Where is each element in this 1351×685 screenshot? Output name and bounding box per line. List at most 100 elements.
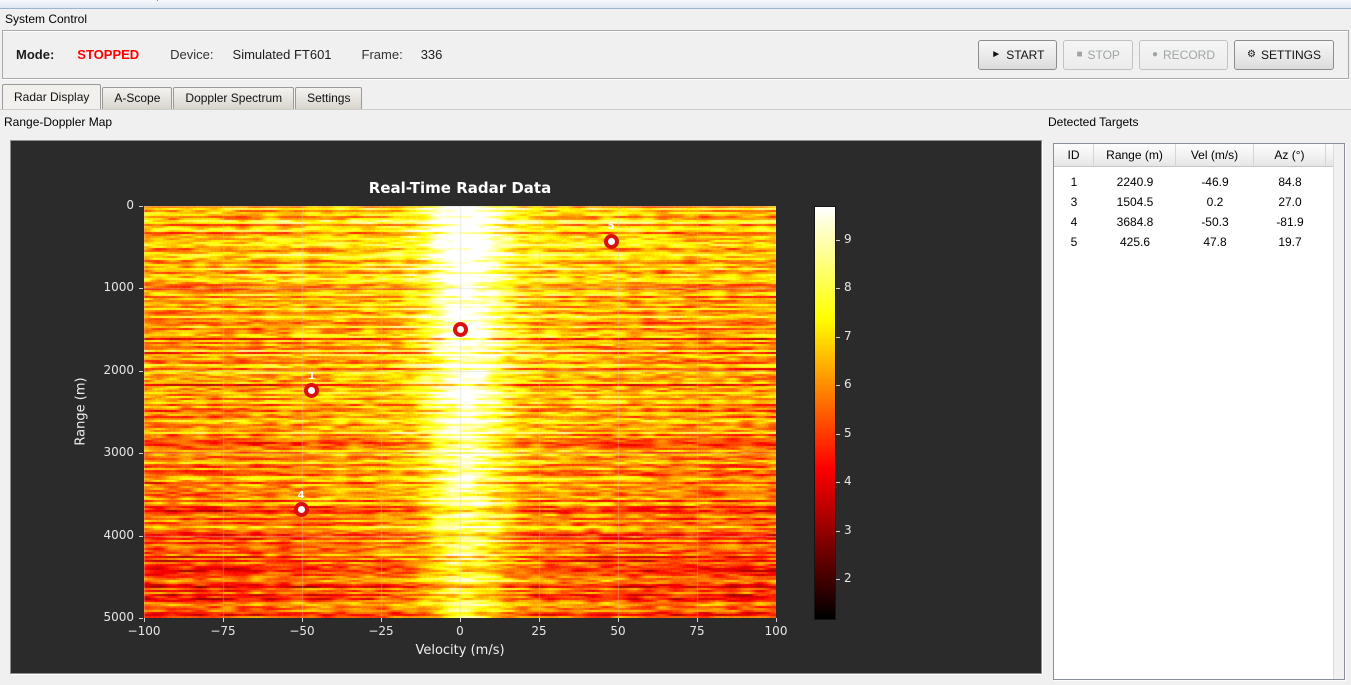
table-row[interactable]: 4 3684.8 -50.3 -81.9	[1054, 212, 1334, 232]
y-axis-label: Range (m)	[73, 377, 89, 446]
x-tick-mark	[223, 618, 224, 622]
menu-item-file[interactable]: File	[2, 0, 39, 1]
colorbar-tick-mark	[836, 288, 840, 290]
x-tick-label: 0	[456, 624, 464, 638]
table-row[interactable]: 1 2240.9 -46.9 84.8	[1054, 172, 1334, 192]
y-tick-label: 5000	[103, 610, 134, 624]
cell-range: 2240.9	[1116, 175, 1154, 189]
detected-targets-label: Detected Targets	[1048, 115, 1139, 129]
colorbar-tick-label: 6	[844, 377, 852, 392]
target-marker-label: 5	[607, 221, 615, 233]
colorbar	[814, 206, 836, 620]
start-button[interactable]: ► START	[978, 39, 1058, 70]
x-tick-label: −100	[127, 624, 161, 638]
target-marker-label: 1	[308, 370, 316, 382]
record-icon: ●	[1151, 49, 1158, 60]
y-tick-mark	[139, 618, 143, 619]
tab-radar-display[interactable]: Radar Display	[2, 84, 102, 109]
system-control-panel: Mode: STOPPED Device: Simulated FT601 Fr…	[2, 30, 1349, 79]
tab-settings[interactable]: Settings	[295, 87, 363, 109]
cell-vel: 47.8	[1203, 235, 1227, 249]
colorbar-tick-label: 8	[844, 280, 852, 295]
stop-button: ■ STOP	[1063, 39, 1133, 70]
colorbar-tick-label: 7	[844, 328, 852, 343]
tabbar-underline	[0, 109, 1351, 110]
menu-item-tools[interactable]: Tools	[83, 0, 129, 1]
cell-id: 5	[1070, 235, 1078, 249]
target-marker-4	[293, 502, 309, 518]
x-tick-label: 100	[764, 624, 788, 638]
colorbar-tick-label: 3	[844, 522, 852, 537]
y-tick-label: 0	[126, 198, 134, 212]
column-header-vel[interactable]: Vel (m/s)	[1176, 144, 1254, 167]
table-scrollbar[interactable]	[1333, 144, 1344, 679]
target-marker-label: 4	[297, 489, 305, 501]
system-control-title: System Control	[5, 12, 88, 26]
menu-item-view[interactable]: View	[39, 0, 83, 1]
colorbar-tick-mark	[836, 579, 840, 581]
cell-id: 4	[1070, 215, 1078, 229]
y-tick-mark	[139, 288, 143, 290]
cell-vel: -46.9	[1201, 175, 1229, 189]
x-tick-mark	[618, 618, 619, 622]
cell-az: 84.8	[1278, 175, 1302, 189]
y-tick-mark	[139, 453, 143, 455]
cell-range: 1504.5	[1116, 195, 1154, 209]
menu-item-help[interactable]: Help	[129, 0, 172, 1]
y-tick-label: 1000	[103, 280, 134, 295]
x-tick-mark	[302, 618, 303, 622]
range-doppler-plot-panel: Real-Time Radar Data −100 −75 −50 −25 0 25 50 7…	[10, 140, 1042, 674]
range-doppler-heatmap	[144, 206, 776, 618]
y-tick-label: 4000	[103, 527, 134, 542]
cell-vel: -50.3	[1201, 215, 1229, 229]
tab-a-scope[interactable]: A-Scope	[102, 87, 173, 109]
settings-icon: ⚙	[1247, 49, 1256, 60]
table-row[interactable]: 3 1504.5 0.2 27.0	[1054, 192, 1334, 212]
start-icon: ►	[991, 49, 1002, 60]
cell-id: 1	[1070, 175, 1078, 189]
table-row[interactable]: 5 425.6 47.8 19.7	[1054, 232, 1334, 252]
record-button-label: RECORD	[1163, 47, 1216, 62]
colorbar-tick-label: 5	[844, 425, 852, 440]
column-header-range[interactable]: Range (m)	[1094, 144, 1176, 167]
y-tick-mark	[139, 206, 143, 207]
cell-id: 3	[1070, 195, 1078, 209]
cell-az: 27.0	[1278, 195, 1302, 209]
menu-bar: FileViewToolsHelp	[0, 0, 1351, 9]
cell-az: 19.7	[1278, 235, 1302, 249]
column-header-id[interactable]: ID	[1054, 144, 1094, 167]
cell-az: -81.9	[1276, 215, 1304, 229]
record-button: ● RECORD	[1138, 39, 1229, 70]
x-tick-mark	[539, 618, 540, 622]
frame-value: 336	[420, 47, 443, 62]
x-tick-label: −25	[368, 624, 394, 638]
table-header-row: ID Range (m) Vel (m/s) Az (°)	[1054, 144, 1344, 167]
x-tick-label: −75	[210, 624, 236, 638]
tab-doppler-spectrum[interactable]: Doppler Spectrum	[173, 87, 295, 109]
x-tick-label: 75	[689, 624, 705, 638]
target-marker-5	[603, 233, 619, 249]
mode-value: STOPPED	[77, 47, 140, 62]
start-button-label: START	[1006, 47, 1045, 62]
y-tick-mark	[139, 370, 143, 372]
colorbar-tick-label: 2	[844, 571, 852, 586]
column-header-az[interactable]: Az (°)	[1254, 144, 1326, 167]
stop-button-label: STOP	[1087, 47, 1120, 62]
x-tick-label: 25	[531, 624, 547, 638]
settings-button[interactable]: ⚙ SETTINGS	[1234, 39, 1334, 70]
colorbar-tick-mark	[836, 482, 840, 484]
x-tick-mark	[697, 618, 698, 622]
detected-targets-table: ID Range (m) Vel (m/s) Az (°) 1 2240.9 -46.9 8…	[1053, 143, 1345, 680]
colorbar-tick-label: 9	[844, 231, 852, 246]
mode-label: Mode:	[16, 47, 55, 62]
tab-bar: Radar Display A-Scope Doppler Spectrum Sett…	[2, 84, 363, 109]
cell-vel: 0.2	[1206, 195, 1224, 209]
colorbar-tick-mark	[836, 433, 840, 435]
colorbar-tick-mark	[836, 336, 840, 338]
cell-range: 425.6	[1119, 235, 1151, 249]
x-tick-mark	[460, 618, 461, 622]
colorbar-tick-mark	[836, 239, 840, 241]
x-tick-mark	[144, 618, 145, 622]
colorbar-tick-mark	[836, 385, 840, 387]
device-value: Simulated FT601	[232, 47, 332, 62]
